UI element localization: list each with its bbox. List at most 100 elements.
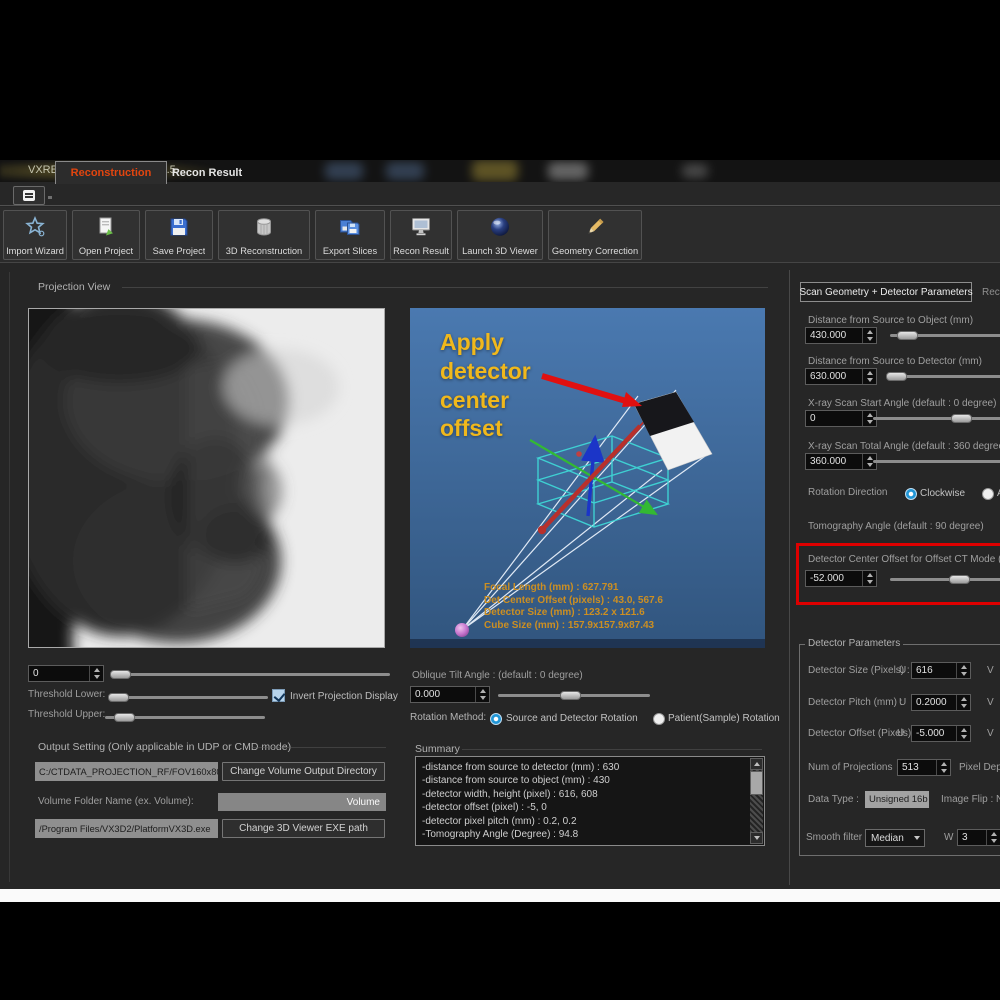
- smooth-w-value[interactable]: 3: [958, 830, 986, 845]
- spin-up-icon[interactable]: [863, 369, 876, 377]
- oblique-tilt-value[interactable]: 0.000: [411, 687, 475, 702]
- detector-pitch-u-spinner[interactable]: 0.2000: [911, 694, 971, 711]
- oblique-tilt-thumb[interactable]: [560, 691, 581, 700]
- summary-listbox[interactable]: -distance from source to detector (mm) :…: [415, 756, 765, 846]
- oblique-tilt-spinner[interactable]: 0.000: [410, 686, 490, 703]
- tab-reconstruction[interactable]: Reconstruction: [55, 161, 167, 184]
- tab-recon-params[interactable]: Recon: [976, 282, 1000, 302]
- frame-spinner[interactable]: 0: [28, 665, 104, 682]
- num-projections-label: Num of Projections: [808, 762, 892, 773]
- detector-center-offset-spinner[interactable]: -52.000: [805, 570, 877, 587]
- spin-down-icon[interactable]: [476, 695, 489, 703]
- geometry-correction-button[interactable]: Geometry Correction: [548, 210, 642, 260]
- scan-start-value[interactable]: 0: [806, 411, 862, 426]
- spin-down-icon[interactable]: [987, 838, 1000, 846]
- anticlockwise-radio[interactable]: [982, 488, 994, 500]
- open-project-button[interactable]: Open Project: [72, 210, 140, 260]
- threshold-lower-track[interactable]: [110, 696, 268, 699]
- import-wizard-button[interactable]: Import Wizard: [3, 210, 67, 260]
- spinner-arrows: [475, 687, 489, 702]
- spin-up-icon[interactable]: [957, 695, 970, 703]
- scroll-down-icon[interactable]: [750, 832, 763, 844]
- scan-total-spinner[interactable]: 360.000: [805, 453, 877, 470]
- spin-down-icon[interactable]: [90, 674, 103, 682]
- frame-spinner-value[interactable]: 0: [29, 666, 89, 681]
- spin-up-icon[interactable]: [863, 571, 876, 579]
- frame-slider-thumb[interactable]: [110, 670, 131, 679]
- smooth-w-spinner[interactable]: 3: [957, 829, 1000, 846]
- detector-center-offset-thumb[interactable]: [949, 575, 970, 584]
- detector-center-offset-track[interactable]: [890, 578, 1000, 581]
- dsd-thumb[interactable]: [886, 372, 907, 381]
- num-projections-value[interactable]: 513: [898, 760, 936, 775]
- 3d-geometry-view[interactable]: Apply detector center offset Focal Lengt…: [410, 308, 765, 648]
- export-floppies-icon: [338, 214, 362, 240]
- scan-start-track[interactable]: [873, 417, 1000, 420]
- summary-line: -detector offset (pixel) : -5, 0: [416, 801, 764, 814]
- spin-up-icon[interactable]: [90, 666, 103, 674]
- scan-start-thumb[interactable]: [951, 414, 972, 423]
- summary-scrollbar[interactable]: [750, 758, 763, 844]
- tab-scan-geometry[interactable]: Scan Geometry + Detector Parameters: [800, 282, 972, 302]
- change-volume-output-directory-button[interactable]: Change Volume Output Directory: [222, 762, 385, 781]
- spin-up-icon[interactable]: [937, 760, 950, 768]
- annotation-line: Apply: [440, 328, 531, 357]
- scan-total-value[interactable]: 360.000: [806, 454, 862, 469]
- detector-size-u-label: U: [899, 665, 906, 676]
- change-3d-viewer-exe-button[interactable]: Change 3D Viewer EXE path: [222, 819, 385, 838]
- dso-spinner[interactable]: 430.000: [805, 327, 877, 344]
- rotation-method-source-radio[interactable]: [490, 713, 502, 725]
- num-projections-spinner[interactable]: 513: [897, 759, 951, 776]
- spin-down-icon[interactable]: [863, 336, 876, 344]
- spin-down-icon[interactable]: [863, 579, 876, 587]
- export-slices-button[interactable]: Export Slices: [315, 210, 385, 260]
- scrollbar-thumb[interactable]: [750, 771, 763, 795]
- detector-size-u-value[interactable]: 616: [912, 663, 956, 678]
- volume-folder-name-input[interactable]: Volume: [218, 793, 386, 811]
- panel-edge-line: [9, 272, 10, 882]
- dso-value[interactable]: 430.000: [806, 328, 862, 343]
- group-rule: [122, 287, 768, 288]
- spin-up-icon[interactable]: [957, 663, 970, 671]
- 3d-reconstruction-button[interactable]: 3D Reconstruction: [218, 210, 310, 260]
- detector-pitch-label: Detector Pitch (mm) :: [808, 697, 902, 708]
- quick-access-button[interactable]: [13, 186, 45, 205]
- spin-down-icon[interactable]: [957, 671, 970, 679]
- detector-offset-u-value[interactable]: -5.000: [912, 726, 956, 741]
- dso-thumb[interactable]: [897, 331, 918, 340]
- detector-center-offset-value[interactable]: -52.000: [806, 571, 862, 586]
- spin-up-icon[interactable]: [863, 328, 876, 336]
- rotation-method-patient-radio[interactable]: [653, 713, 665, 725]
- detector-pitch-u-value[interactable]: 0.2000: [912, 695, 956, 710]
- threshold-lower-thumb[interactable]: [108, 693, 129, 702]
- viewer-exe-path[interactable]: /Program Files/VX3D2/PlatformVX3D.exe: [35, 819, 218, 838]
- group-rule: [252, 747, 386, 748]
- spin-up-icon[interactable]: [957, 726, 970, 734]
- save-project-button[interactable]: Save Project: [145, 210, 213, 260]
- spin-down-icon[interactable]: [937, 768, 950, 776]
- scan-total-track[interactable]: [873, 460, 1000, 463]
- dsd-value[interactable]: 630.000: [806, 369, 862, 384]
- invert-projection-checkbox[interactable]: [272, 689, 285, 702]
- clockwise-radio[interactable]: [905, 488, 917, 500]
- launch-3d-viewer-button[interactable]: Launch 3D Viewer: [457, 210, 543, 260]
- spin-up-icon[interactable]: [987, 830, 1000, 838]
- spin-down-icon[interactable]: [863, 377, 876, 385]
- toolbar-label: Import Wizard: [6, 246, 64, 256]
- scroll-up-icon[interactable]: [750, 758, 763, 770]
- frame-slider-track[interactable]: [112, 673, 390, 676]
- threshold-upper-thumb[interactable]: [114, 713, 135, 722]
- scan-start-spinner[interactable]: 0: [805, 410, 877, 427]
- dsd-spinner[interactable]: 630.000: [805, 368, 877, 385]
- panel-divider: [789, 270, 790, 885]
- smooth-filter-dropdown[interactable]: Median: [865, 829, 925, 847]
- data-type-value[interactable]: Unsigned 16b: [865, 791, 929, 808]
- spin-up-icon[interactable]: [476, 687, 489, 695]
- volume-output-directory-path[interactable]: C:/CTDATA_PROJECTION_RF/FOV160x80: [35, 762, 218, 781]
- detector-offset-u-spinner[interactable]: -5.000: [911, 725, 971, 742]
- recon-result-button[interactable]: Recon Result: [390, 210, 452, 260]
- tab-recon-result[interactable]: Recon Result: [167, 161, 247, 184]
- detector-size-u-spinner[interactable]: 616: [911, 662, 971, 679]
- spin-down-icon[interactable]: [957, 703, 970, 711]
- spin-down-icon[interactable]: [957, 734, 970, 742]
